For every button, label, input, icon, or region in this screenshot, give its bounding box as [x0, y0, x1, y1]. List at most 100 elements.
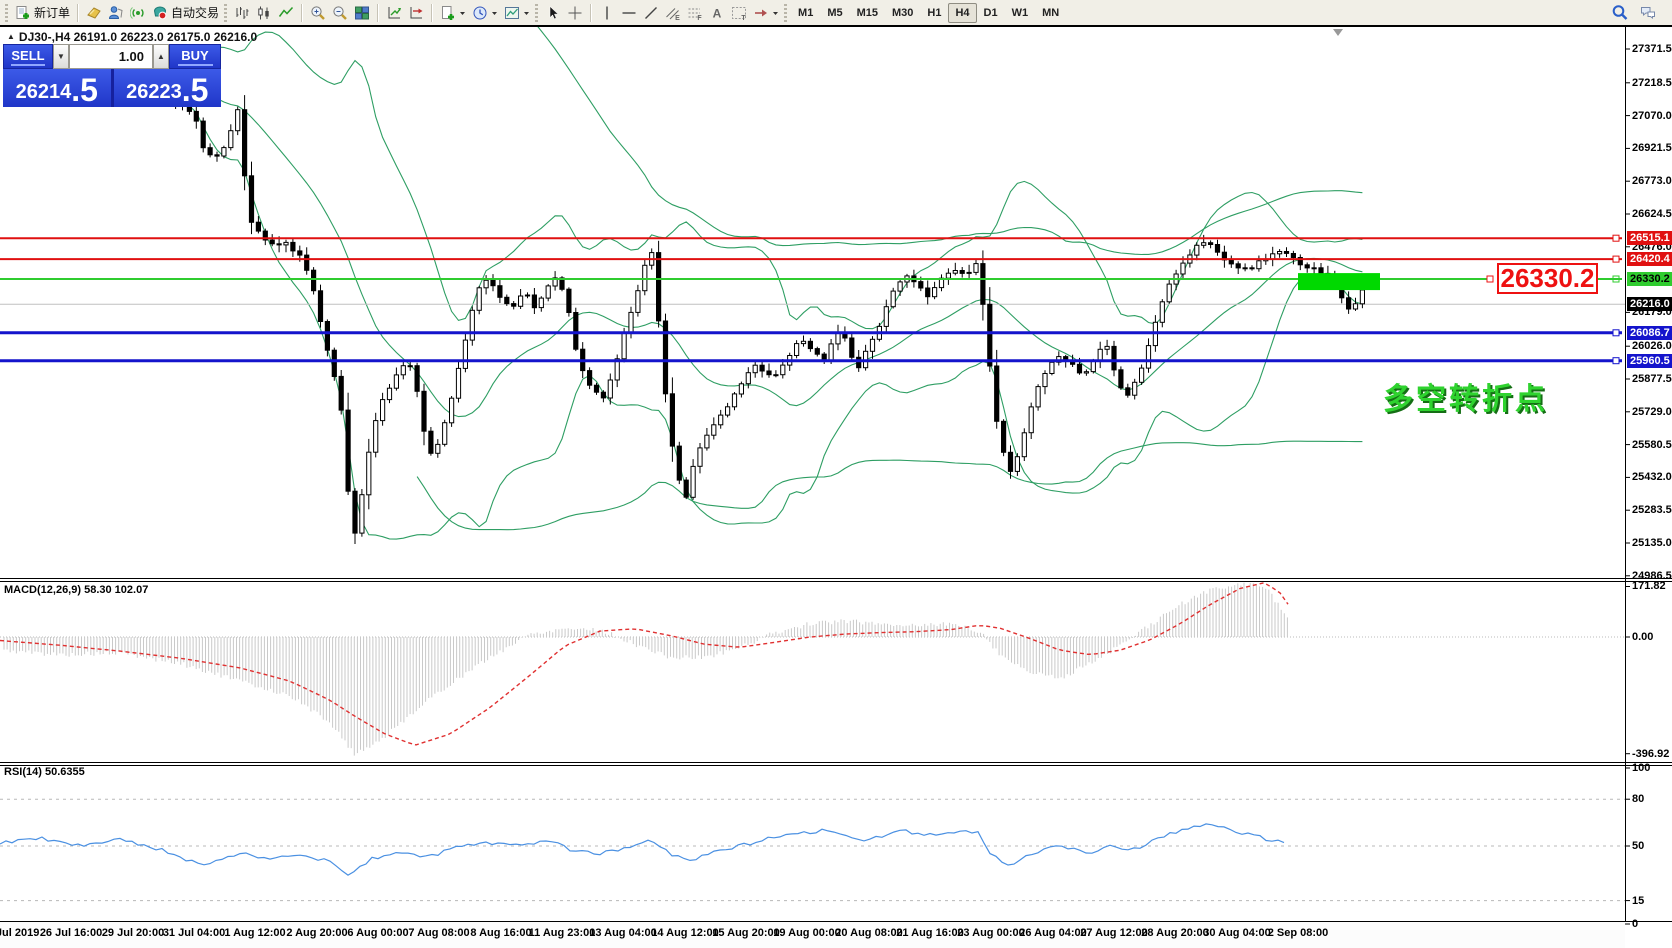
price-badge-26420.4: 26420.4 — [1627, 252, 1672, 266]
candles — [7, 53, 1366, 544]
templates-dropdown[interactable] — [501, 2, 533, 24]
macd-axis-label: 0.00 — [1632, 631, 1654, 643]
bars-icon — [234, 5, 250, 21]
timeframe-d1-button[interactable]: D1 — [977, 3, 1005, 23]
timeframe-h4-button[interactable]: H4 — [948, 2, 977, 23]
indicator-window-button[interactable] — [383, 2, 405, 24]
person-icon — [108, 5, 124, 21]
toolbar-separator — [377, 3, 380, 22]
time-axis-label: 11 Aug 23:00 — [528, 927, 596, 939]
pointer-icon — [545, 5, 561, 21]
line-chart-button[interactable] — [275, 2, 297, 24]
template-icon — [504, 5, 520, 21]
hline-handle[interactable] — [1612, 329, 1620, 337]
buy-price-display[interactable]: 26223.5 — [113, 69, 221, 107]
time-axis-label: 14 Aug 12:00 — [651, 927, 719, 939]
hline-handle[interactable] — [1612, 357, 1620, 365]
rsi-axis-label: 100 — [1632, 762, 1651, 774]
cursor-button[interactable] — [542, 2, 564, 24]
axwin-up-icon — [386, 5, 402, 21]
trendline-button[interactable] — [640, 2, 662, 24]
new-chart-dropdown[interactable] — [437, 2, 469, 24]
caret-down-icon[interactable] — [523, 5, 530, 21]
zoom-out-button[interactable] — [329, 2, 351, 24]
turning-point-note[interactable]: 多空转折点 — [1383, 374, 1548, 418]
text-label-button[interactable]: T — [728, 2, 750, 24]
sell-underline — [11, 63, 45, 66]
price-axis-label: 25135.0 — [1632, 537, 1672, 549]
indicator-window-2-button[interactable] — [405, 2, 427, 24]
hline-handle[interactable] — [1612, 234, 1620, 242]
rsi-axis-label: 15 — [1632, 895, 1645, 907]
time-axis-label: 20 Aug 08:00 — [835, 927, 903, 939]
new-order-icon — [15, 5, 31, 21]
sell-price-display[interactable]: 26214.5 — [3, 69, 111, 107]
volume-decrease-button[interactable]: ▼ — [53, 44, 69, 69]
rsi-axis-label: 80 — [1632, 793, 1645, 805]
timeframe-h1-button[interactable]: H1 — [920, 3, 948, 23]
time-axis-label: 28 Aug 20:00 — [1141, 927, 1209, 939]
bar-chart-button[interactable] — [231, 2, 253, 24]
chart-title: ▲ DJ30-,H4 26191.0 26223.0 26175.0 26216… — [7, 30, 257, 44]
equidistant-channel-button[interactable]: E — [662, 2, 684, 24]
sell-button[interactable]: SELL — [3, 44, 53, 69]
market-watch-button[interactable] — [83, 2, 105, 24]
tline-icon — [643, 5, 659, 21]
zoom-in-icon — [310, 5, 326, 21]
hline-handle[interactable] — [1612, 255, 1620, 263]
time-axis-label: 29 Jul 20:00 — [101, 927, 165, 939]
chart-shift-marker[interactable] — [1333, 29, 1343, 36]
timeframe-m15-button[interactable]: M15 — [850, 3, 885, 23]
search-button[interactable] — [1609, 2, 1631, 24]
timeframe-m1-button[interactable]: M1 — [791, 3, 820, 23]
price-axis-label: 25283.5 — [1632, 504, 1672, 516]
text-button[interactable]: A — [706, 2, 728, 24]
candle-chart-button[interactable] — [253, 2, 275, 24]
time-axis[interactable]: 25 Jul 201926 Jul 16:0029 Jul 20:0031 Ju… — [0, 922, 1625, 948]
zoom-in-button[interactable] — [307, 2, 329, 24]
crosshair-button[interactable] — [564, 2, 586, 24]
timeframe-w1-button[interactable]: W1 — [1005, 3, 1036, 23]
chart-dropdown-icon[interactable]: ▲ — [7, 33, 15, 41]
time-axis-label: 2 Sep 08:00 — [1267, 927, 1329, 939]
time-axis-label: 15 Aug 20:00 — [712, 927, 780, 939]
timeframe-m30-button[interactable]: M30 — [885, 3, 920, 23]
clock-icon — [472, 5, 488, 21]
new-order-button[interactable]: 新订单 — [12, 2, 73, 24]
volume-input[interactable]: 1.00 — [69, 44, 153, 69]
linechart-icon — [278, 5, 294, 21]
time-axis-label: 25 Jul 2019 — [0, 927, 40, 939]
time-axis-label: 30 Aug 04:00 — [1203, 927, 1271, 939]
caret-down-icon[interactable] — [772, 5, 779, 21]
volume-increase-button[interactable]: ▲ — [153, 44, 169, 69]
axwin-right-icon — [408, 5, 424, 21]
hammer-icon — [86, 5, 102, 21]
rsi-axis-label: 0 — [1632, 918, 1639, 930]
periods-dropdown[interactable] — [469, 2, 501, 24]
chat-button[interactable] — [1637, 2, 1659, 24]
time-axis-label: 2 Aug 20:00 — [286, 927, 348, 939]
shapes-dropdown[interactable] — [750, 2, 782, 24]
price-tag-label[interactable]: 26330.2 — [1497, 263, 1598, 295]
horizontal-line-button[interactable] — [618, 2, 640, 24]
time-axis-label: 27 Aug 12:00 — [1080, 927, 1148, 939]
candles-icon — [256, 5, 272, 21]
new-order-button-label: 新订单 — [34, 6, 71, 20]
broadcast-button[interactable] — [127, 2, 149, 24]
buy-button[interactable]: BUY — [169, 44, 221, 69]
auto-trading-button[interactable]: 自动交易 — [149, 2, 222, 24]
caret-down-icon[interactable] — [491, 5, 498, 21]
fibonacci-button[interactable]: F — [684, 2, 706, 24]
price-badge-25960.5: 25960.5 — [1627, 354, 1672, 368]
time-axis-label: 31 Jul 04:00 — [162, 927, 226, 939]
timeframe-mn-button[interactable]: MN — [1035, 3, 1066, 23]
caret-down-icon[interactable] — [459, 5, 466, 21]
timeframe-m5-button[interactable]: M5 — [820, 3, 849, 23]
price-axis-label: 26624.5 — [1632, 208, 1672, 220]
tile-windows-button[interactable] — [351, 2, 373, 24]
price-axis-label: 27070.0 — [1632, 110, 1672, 122]
vertical-line-button[interactable] — [596, 2, 618, 24]
profile-button[interactable] — [105, 2, 127, 24]
price-axis-label: 26026.0 — [1632, 340, 1672, 352]
green-zone-rectangle[interactable] — [1298, 273, 1380, 291]
